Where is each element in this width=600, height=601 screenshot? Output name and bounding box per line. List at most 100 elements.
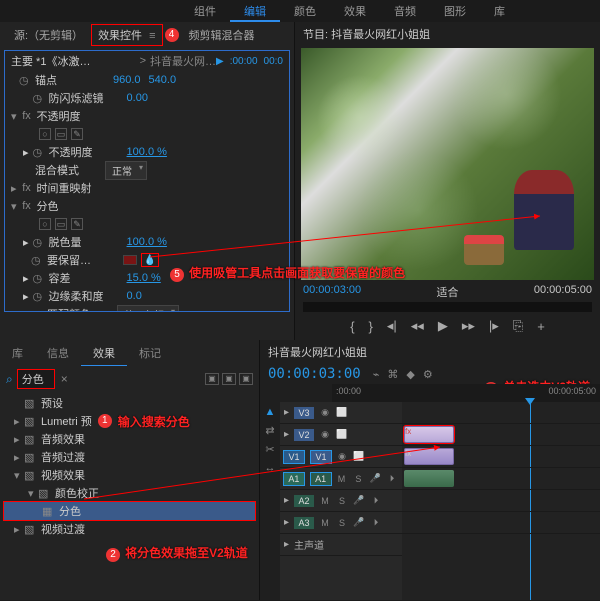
settings-icon[interactable]: ⚙ bbox=[423, 368, 433, 381]
lane-a3[interactable] bbox=[402, 512, 600, 534]
tab-effects[interactable]: 效果 bbox=[81, 341, 127, 366]
program-tab[interactable]: 节目: 抖音最火网红小姐姐 bbox=[295, 22, 600, 46]
eye-icon[interactable]: ◉ bbox=[319, 407, 331, 418]
anchor-x[interactable]: 960.0 bbox=[113, 74, 141, 86]
stopwatch-icon[interactable] bbox=[31, 254, 43, 266]
track-head-a2[interactable]: ▸A2MS🎤⏵ bbox=[280, 490, 402, 512]
track-head-a1[interactable]: A1A1MS🎤⏵ bbox=[280, 468, 402, 490]
lock-icon[interactable]: ⬜ bbox=[336, 407, 348, 418]
export-frame-icon[interactable]: ⎘ bbox=[513, 318, 523, 334]
program-ruler[interactable] bbox=[303, 302, 592, 312]
mask-ellipse-icon[interactable]: ○ bbox=[39, 128, 51, 140]
eyedropper-icon[interactable]: 💧 bbox=[141, 253, 159, 267]
antiflicker-value[interactable]: 0.00 bbox=[127, 92, 148, 104]
tree-video-tr[interactable]: ▸▧视频过渡 bbox=[4, 520, 255, 538]
play-icon[interactable]: ▶ bbox=[216, 56, 224, 67]
panel-menu-icon[interactable]: ≡ bbox=[149, 30, 155, 42]
stopwatch-icon[interactable] bbox=[33, 236, 45, 248]
clip-a1[interactable] bbox=[404, 470, 454, 487]
voice-icon[interactable]: 🎤 bbox=[353, 495, 365, 506]
expand-icon[interactable]: ⏵ bbox=[370, 495, 382, 506]
match-color-dropdown[interactable]: 使用色相 bbox=[117, 305, 179, 313]
linked-sel-icon[interactable]: ⌘ bbox=[387, 368, 398, 381]
tab-info[interactable]: 信息 bbox=[35, 341, 81, 365]
32bit-badge-icon[interactable]: ▣ bbox=[222, 373, 236, 385]
go-prev-icon[interactable]: ◂| bbox=[387, 318, 397, 334]
mute-icon[interactable]: M bbox=[319, 518, 331, 528]
stopwatch-icon[interactable] bbox=[31, 308, 43, 312]
ec-master-clip[interactable]: 主要 *1《冰激… bbox=[11, 53, 136, 69]
solo-icon[interactable]: S bbox=[336, 518, 348, 528]
mask-pen-icon[interactable]: ✎ bbox=[71, 218, 83, 230]
snap-icon[interactable]: ⌁ bbox=[373, 368, 380, 381]
marker-icon[interactable]: ◆ bbox=[406, 368, 414, 381]
desaturate-value[interactable]: 100.0 % bbox=[127, 236, 167, 248]
keep-color-swatch[interactable] bbox=[123, 255, 137, 265]
sequence-tab[interactable]: 抖音最火网红小姐姐 bbox=[260, 340, 600, 364]
expand-icon[interactable]: ⏵ bbox=[370, 517, 382, 528]
ripple-tool-icon[interactable]: ⇄ bbox=[265, 424, 274, 437]
mute-icon[interactable]: M bbox=[336, 474, 348, 484]
yuv-badge-icon[interactable]: ▣ bbox=[239, 373, 253, 385]
tab-audio[interactable]: 音频 bbox=[380, 0, 430, 22]
tree-color-correct[interactable]: ▾▧颜色校正 bbox=[4, 484, 255, 502]
accel-badge-icon[interactable]: ▣ bbox=[205, 373, 219, 385]
step-fwd-icon[interactable]: ▸▸ bbox=[462, 318, 475, 334]
step-back-icon[interactable]: ◂◂ bbox=[411, 318, 424, 334]
stopwatch-icon[interactable] bbox=[33, 92, 45, 104]
mask-ellipse-icon[interactable]: ○ bbox=[39, 218, 51, 230]
track-head-v3[interactable]: ▸V3◉⬜ bbox=[280, 402, 402, 424]
voice-icon[interactable]: 🎤 bbox=[369, 473, 381, 484]
mute-icon[interactable]: M bbox=[319, 496, 331, 506]
stopwatch-icon[interactable] bbox=[33, 272, 45, 284]
lane-v1[interactable]: fx bbox=[402, 446, 600, 468]
tree-audio-tr[interactable]: ▸▧音频过渡 bbox=[4, 448, 255, 466]
lane-v3[interactable] bbox=[402, 402, 600, 424]
edge-soft-value[interactable]: 0.0 bbox=[127, 290, 142, 302]
add-marker-icon[interactable]: + bbox=[537, 319, 545, 334]
program-current-time[interactable]: 00:00:03:00 bbox=[303, 284, 361, 300]
track-area[interactable]: fx fx bbox=[402, 402, 600, 600]
stopwatch-icon[interactable] bbox=[33, 290, 45, 302]
play-icon[interactable]: ▶ bbox=[438, 318, 448, 334]
tree-video-fx[interactable]: ▾▧视频效果 bbox=[4, 466, 255, 484]
source-tab-audio-mixer[interactable]: 频剪辑混合器 bbox=[181, 24, 263, 46]
go-next-icon[interactable]: |▸ bbox=[489, 318, 499, 334]
track-head-v2[interactable]: ▸V2◉⬜ bbox=[280, 424, 402, 446]
tab-color[interactable]: 颜色 bbox=[280, 0, 330, 22]
tree-audio-fx[interactable]: ▸▧音频效果 bbox=[4, 430, 255, 448]
razor-tool-icon[interactable]: ✂ bbox=[265, 443, 274, 456]
clip-v1[interactable]: fx bbox=[404, 448, 454, 465]
mask-rect-icon[interactable]: ▭ bbox=[55, 128, 67, 140]
tree-presets[interactable]: ▧预设 bbox=[4, 394, 255, 412]
selection-tool-icon[interactable]: ▲ bbox=[265, 406, 276, 418]
voice-icon[interactable]: 🎤 bbox=[353, 517, 365, 528]
section-timeremap[interactable]: fx时间重映射 bbox=[5, 179, 289, 197]
mask-pen-icon[interactable]: ✎ bbox=[71, 128, 83, 140]
lane-v2[interactable]: fx bbox=[402, 424, 600, 446]
track-head-a3[interactable]: ▸A3MS🎤⏵ bbox=[280, 512, 402, 534]
lock-icon[interactable]: ⬜ bbox=[336, 429, 348, 440]
tree-leave-color[interactable]: ▦分色 bbox=[4, 502, 255, 520]
eye-icon[interactable]: ◉ bbox=[319, 429, 331, 440]
tab-graphics[interactable]: 图形 bbox=[430, 0, 480, 22]
section-leave-color[interactable]: fx分色 bbox=[5, 197, 289, 215]
tolerance-value[interactable]: 15.0 % bbox=[127, 272, 161, 284]
stopwatch-icon[interactable] bbox=[19, 74, 31, 86]
lane-a2[interactable] bbox=[402, 490, 600, 512]
track-head-v1[interactable]: V1V1◉⬜ bbox=[280, 446, 402, 468]
solo-icon[interactable]: S bbox=[352, 474, 364, 484]
blend-mode-dropdown[interactable]: 正常 bbox=[105, 161, 147, 180]
tab-library[interactable]: 库 bbox=[0, 341, 35, 365]
tab-library[interactable]: 库 bbox=[480, 0, 519, 22]
tree-lumetri[interactable]: ▸▧Lumetri 预 1 输入搜索分色 bbox=[4, 412, 255, 430]
section-opacity[interactable]: fx不透明度 bbox=[5, 107, 289, 125]
lock-icon[interactable]: ⬜ bbox=[353, 451, 365, 462]
program-view[interactable] bbox=[301, 48, 594, 280]
timeline-timecode[interactable]: 00:00:03:00 bbox=[268, 366, 361, 382]
tab-edit[interactable]: 编辑 bbox=[230, 0, 280, 22]
clip-v2[interactable]: fx bbox=[404, 426, 454, 443]
clear-search-icon[interactable]: × bbox=[61, 372, 68, 386]
opacity-value[interactable]: 100.0 % bbox=[127, 146, 167, 158]
eye-icon[interactable]: ◉ bbox=[336, 451, 348, 462]
